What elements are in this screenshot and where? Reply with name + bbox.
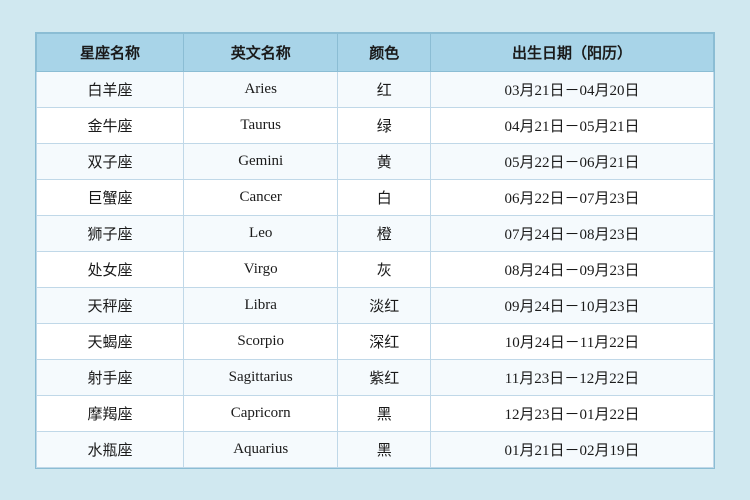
cell-dates: 01月21日－02月19日 (430, 431, 713, 467)
table-row: 摩羯座Capricorn黑12月23日－01月22日 (37, 395, 714, 431)
cell-chinese-name: 狮子座 (37, 215, 184, 251)
cell-color: 黑 (338, 395, 431, 431)
cell-dates: 06月22日－07月23日 (430, 179, 713, 215)
cell-chinese-name: 天秤座 (37, 287, 184, 323)
cell-chinese-name: 双子座 (37, 143, 184, 179)
cell-color: 橙 (338, 215, 431, 251)
header-birthdate: 出生日期（阳历） (430, 33, 713, 71)
table-row: 射手座Sagittarius紫红11月23日－12月22日 (37, 359, 714, 395)
table-row: 水瓶座Aquarius黑01月21日－02月19日 (37, 431, 714, 467)
header-english-name: 英文名称 (183, 33, 337, 71)
cell-chinese-name: 处女座 (37, 251, 184, 287)
table-header-row: 星座名称 英文名称 颜色 出生日期（阳历） (37, 33, 714, 71)
cell-english-name: Sagittarius (183, 359, 337, 395)
cell-chinese-name: 巨蟹座 (37, 179, 184, 215)
table-row: 天蝎座Scorpio深红10月24日－11月22日 (37, 323, 714, 359)
cell-dates: 11月23日－12月22日 (430, 359, 713, 395)
cell-english-name: Aries (183, 71, 337, 107)
table-row: 双子座Gemini黄05月22日－06月21日 (37, 143, 714, 179)
zodiac-table: 星座名称 英文名称 颜色 出生日期（阳历） 白羊座Aries红03月21日－04… (36, 33, 714, 468)
cell-color: 黑 (338, 431, 431, 467)
header-chinese-name: 星座名称 (37, 33, 184, 71)
cell-english-name: Virgo (183, 251, 337, 287)
header-color: 颜色 (338, 33, 431, 71)
table-row: 巨蟹座Cancer白06月22日－07月23日 (37, 179, 714, 215)
cell-color: 淡红 (338, 287, 431, 323)
cell-chinese-name: 射手座 (37, 359, 184, 395)
cell-color: 绿 (338, 107, 431, 143)
cell-chinese-name: 白羊座 (37, 71, 184, 107)
cell-color: 白 (338, 179, 431, 215)
cell-color: 红 (338, 71, 431, 107)
cell-dates: 08月24日－09月23日 (430, 251, 713, 287)
cell-dates: 10月24日－11月22日 (430, 323, 713, 359)
cell-english-name: Aquarius (183, 431, 337, 467)
table-row: 狮子座Leo橙07月24日－08月23日 (37, 215, 714, 251)
zodiac-table-container: 星座名称 英文名称 颜色 出生日期（阳历） 白羊座Aries红03月21日－04… (35, 32, 715, 469)
cell-color: 灰 (338, 251, 431, 287)
cell-chinese-name: 水瓶座 (37, 431, 184, 467)
table-body: 白羊座Aries红03月21日－04月20日金牛座Taurus绿04月21日－0… (37, 71, 714, 467)
cell-chinese-name: 摩羯座 (37, 395, 184, 431)
cell-color: 黄 (338, 143, 431, 179)
cell-dates: 12月23日－01月22日 (430, 395, 713, 431)
cell-dates: 07月24日－08月23日 (430, 215, 713, 251)
cell-dates: 03月21日－04月20日 (430, 71, 713, 107)
cell-english-name: Cancer (183, 179, 337, 215)
cell-chinese-name: 天蝎座 (37, 323, 184, 359)
cell-color: 紫红 (338, 359, 431, 395)
table-row: 天秤座Libra淡红09月24日－10月23日 (37, 287, 714, 323)
cell-dates: 05月22日－06月21日 (430, 143, 713, 179)
cell-english-name: Capricorn (183, 395, 337, 431)
cell-dates: 09月24日－10月23日 (430, 287, 713, 323)
cell-color: 深红 (338, 323, 431, 359)
table-row: 白羊座Aries红03月21日－04月20日 (37, 71, 714, 107)
table-row: 金牛座Taurus绿04月21日－05月21日 (37, 107, 714, 143)
cell-english-name: Scorpio (183, 323, 337, 359)
cell-chinese-name: 金牛座 (37, 107, 184, 143)
cell-english-name: Taurus (183, 107, 337, 143)
cell-english-name: Leo (183, 215, 337, 251)
cell-dates: 04月21日－05月21日 (430, 107, 713, 143)
cell-english-name: Gemini (183, 143, 337, 179)
table-row: 处女座Virgo灰08月24日－09月23日 (37, 251, 714, 287)
cell-english-name: Libra (183, 287, 337, 323)
